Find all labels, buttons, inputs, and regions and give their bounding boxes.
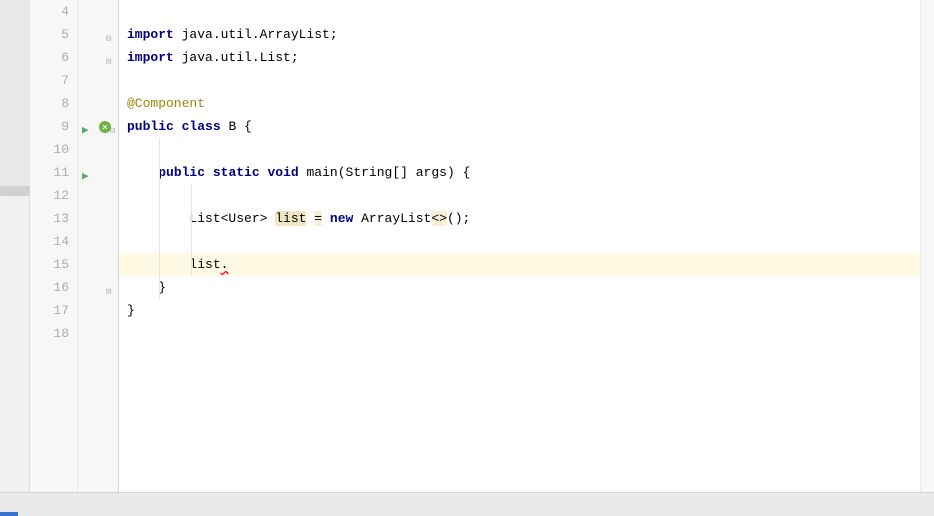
- line-number[interactable]: 9: [30, 115, 69, 138]
- line-number[interactable]: 13: [30, 207, 69, 230]
- code-line: [119, 138, 920, 161]
- code-line: }: [119, 276, 920, 299]
- code-line: List<User> list = new ArrayList<>();: [119, 207, 920, 230]
- code-line: [119, 184, 920, 207]
- line-number[interactable]: 6: [30, 46, 69, 69]
- status-bar-indicator: [0, 512, 18, 516]
- line-number[interactable]: 12: [30, 184, 69, 207]
- code-content-area[interactable]: import java.util.ArrayList; import java.…: [119, 0, 920, 492]
- run-method-icon[interactable]: ▶: [82, 166, 96, 180]
- line-number[interactable]: 17: [30, 299, 69, 322]
- code-line: [119, 0, 920, 23]
- fold-end-icon[interactable]: ⊟: [106, 281, 116, 291]
- code-line: public static void main(String[] args) {: [119, 161, 920, 184]
- line-number[interactable]: 18: [30, 322, 69, 345]
- line-number[interactable]: 14: [30, 230, 69, 253]
- gutter-icons-column: ⊟ ⊟ ▶ ⊟ ▶ ⊟: [78, 0, 118, 492]
- line-number[interactable]: 8: [30, 92, 69, 115]
- line-numbers-column: 4 5 6 7 8 9 10 11 12 13 14 15 16 17 18: [30, 0, 78, 492]
- code-editor[interactable]: 4 5 6 7 8 9 10 11 12 13 14 15 16 17 18 ⊟…: [0, 0, 934, 492]
- code-line: }: [119, 299, 920, 322]
- code-line: import java.util.ArrayList;: [119, 23, 920, 46]
- code-line: [119, 322, 920, 345]
- editor-gutter: 4 5 6 7 8 9 10 11 12 13 14 15 16 17 18 ⊟…: [30, 0, 119, 492]
- line-number[interactable]: 11: [30, 161, 69, 184]
- code-line: [119, 230, 920, 253]
- run-class-icon[interactable]: ▶: [82, 120, 96, 134]
- line-number[interactable]: 15: [30, 253, 69, 276]
- code-line: [119, 69, 920, 92]
- status-bar[interactable]: [0, 492, 934, 516]
- line-number[interactable]: 4: [30, 0, 69, 23]
- variable-highlight: list: [275, 211, 306, 226]
- current-line[interactable]: list.: [119, 253, 920, 276]
- line-number[interactable]: 7: [30, 69, 69, 92]
- line-number[interactable]: 5: [30, 23, 69, 46]
- code-line: @Component: [119, 92, 920, 115]
- fold-collapse-icon[interactable]: ⊟: [106, 28, 116, 38]
- line-number[interactable]: 10: [30, 138, 69, 161]
- code-line: import java.util.List;: [119, 46, 920, 69]
- line-number[interactable]: 16: [30, 276, 69, 299]
- code-line: public class B {: [119, 115, 920, 138]
- syntax-error-marker: .: [221, 257, 229, 272]
- left-margin-strip: [0, 0, 30, 492]
- editor-scrollbar[interactable]: [920, 0, 934, 492]
- fold-expand-icon[interactable]: ⊟: [106, 51, 116, 61]
